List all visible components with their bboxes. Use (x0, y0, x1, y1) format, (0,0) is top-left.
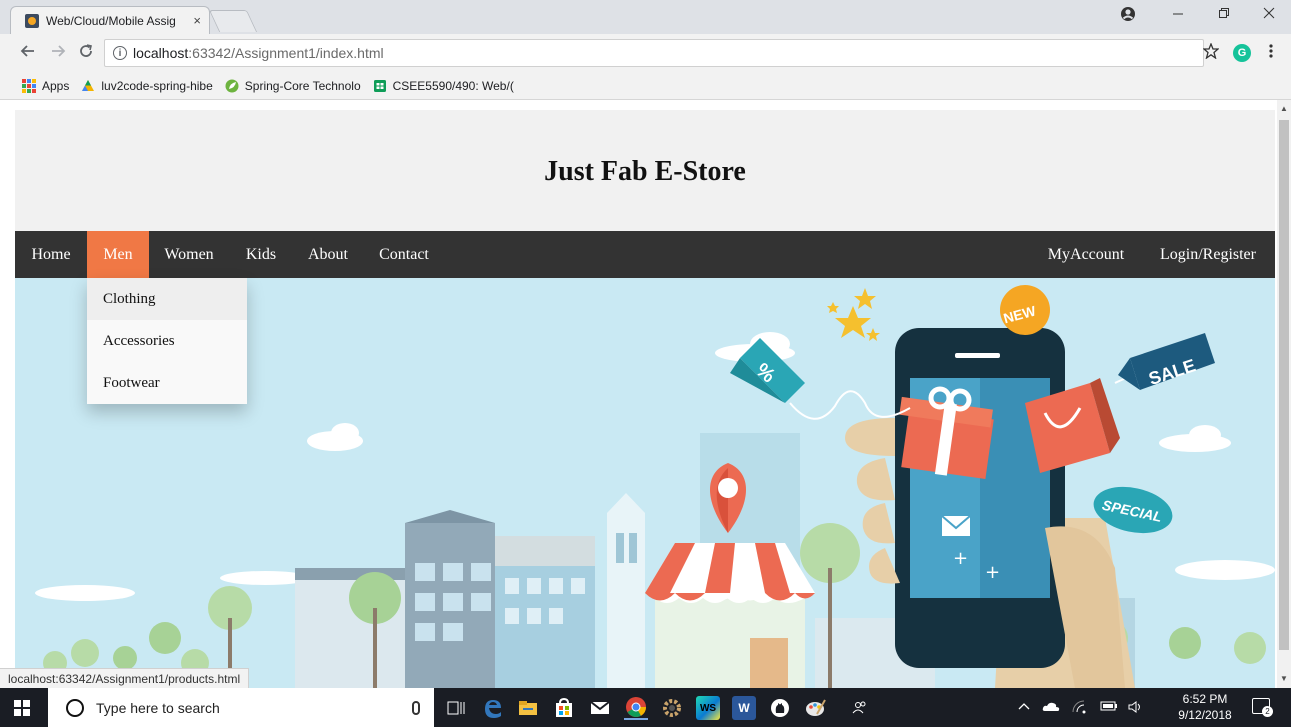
clock-time: 6:52 PM (1182, 692, 1228, 706)
action-center-icon[interactable]: 2 (1252, 698, 1273, 717)
link-status-bar: localhost:63342/Assignment1/products.htm… (0, 668, 250, 688)
taskbar-search-box[interactable]: Type here to search (48, 688, 434, 727)
microphone-icon[interactable] (412, 700, 420, 715)
dropdown-item-footwear[interactable]: Footwear (87, 362, 247, 404)
star-icon (835, 306, 871, 338)
bookmark-luv2code[interactable]: luv2code-spring-hibe (81, 78, 213, 93)
nav-contact[interactable]: Contact (363, 231, 445, 278)
scroll-up-arrow-icon[interactable]: ▲ (1280, 104, 1288, 113)
paint-icon[interactable] (804, 696, 828, 720)
nav-kids[interactable]: Kids (229, 231, 293, 278)
edge-browser-icon[interactable] (480, 696, 504, 720)
apps-grid-icon (22, 78, 36, 93)
bookmark-spring-core[interactable]: Spring-Core Technolo (225, 79, 361, 93)
nav-men[interactable]: Men (87, 231, 149, 278)
menu-dots-icon[interactable] (1268, 43, 1274, 64)
dropdown-item-clothing[interactable]: Clothing (87, 278, 247, 320)
webstorm-icon[interactable]: WS (696, 696, 720, 720)
page-viewport: Just Fab E-Store Home Men Women Kids Abo… (15, 110, 1275, 688)
browser-tab-strip: Web/Cloud/Mobile Assig × (0, 0, 1291, 34)
show-hidden-icons-chevron-icon[interactable] (1018, 700, 1030, 715)
scroll-down-arrow-icon[interactable]: ▼ (1280, 674, 1288, 683)
bookmarks-bar: Apps luv2code-spring-hibe Spring-Core Te… (0, 72, 1291, 100)
bookmark-csee5590[interactable]: CSEE5590/490: Web/( (373, 79, 514, 93)
volume-icon[interactable] (1128, 700, 1144, 717)
bookmark-label: Apps (42, 78, 70, 93)
wifi-icon[interactable] (1072, 700, 1088, 717)
back-arrow-icon[interactable] (20, 43, 36, 64)
settings-gear-icon[interactable] (660, 696, 684, 720)
forward-arrow-icon[interactable] (50, 43, 66, 64)
windows-taskbar: Type here to search WS W 6:52 PM 9/12/20… (0, 688, 1291, 727)
luv2code-icon (82, 79, 95, 91)
minimize-icon[interactable] (1163, 6, 1193, 23)
mail-icon[interactable] (588, 696, 612, 720)
browser-toolbar: i localhost:63342/Assignment1/index.html (0, 34, 1291, 72)
nav-women[interactable]: Women (149, 231, 229, 278)
page-scrollbar[interactable]: ▲ ▼ (1277, 100, 1291, 688)
people-icon[interactable] (852, 700, 868, 719)
url-host: localhost (133, 45, 189, 61)
close-window-icon[interactable] (1254, 6, 1284, 23)
tab-close-icon[interactable]: × (193, 13, 201, 28)
site-title: Just Fab E-Store (544, 155, 746, 187)
star-icon (854, 288, 876, 309)
svg-text:+: + (985, 562, 1000, 583)
restore-icon[interactable] (1209, 6, 1239, 23)
file-explorer-icon[interactable] (516, 696, 540, 720)
men-dropdown-menu: Clothing Accessories Footwear (87, 278, 247, 404)
search-placeholder: Type here to search (96, 699, 220, 716)
profile-icon[interactable] (1113, 6, 1143, 26)
system-clock[interactable]: 6:52 PM 9/12/2018 (1170, 691, 1240, 723)
star-icon (827, 302, 839, 313)
sheets-icon (373, 79, 386, 92)
nav-home[interactable]: Home (15, 231, 87, 278)
url-path: :63342/Assignment1/index.html (188, 45, 384, 61)
tab-favicon-icon (25, 13, 39, 28)
browser-tab[interactable]: Web/Cloud/Mobile Assig × (10, 6, 210, 34)
dropdown-item-accessories[interactable]: Accessories (87, 320, 247, 362)
grammarly-extension-icon[interactable]: G (1233, 44, 1251, 62)
github-icon[interactable] (768, 696, 792, 720)
word-icon[interactable]: W (732, 696, 756, 720)
onedrive-cloud-icon[interactable] (1042, 700, 1060, 715)
main-navigation: Home Men Women Kids About Contact MyAcco… (15, 231, 1275, 278)
chrome-icon[interactable] (624, 696, 648, 720)
store-icon[interactable] (552, 696, 576, 720)
tab-title: Web/Cloud/Mobile Assig (46, 13, 176, 28)
site-header: Just Fab E-Store (15, 110, 1275, 231)
reload-icon[interactable] (78, 43, 94, 64)
clock-date: 9/12/2018 (1178, 708, 1232, 722)
site-info-icon[interactable]: i (113, 46, 127, 60)
spring-leaf-icon (225, 79, 239, 92)
bookmark-label: CSEE5590/490: Web/( (392, 78, 514, 93)
cortana-icon (66, 698, 84, 717)
star-icon (866, 328, 880, 341)
bookmark-apps[interactable]: Apps (22, 78, 70, 93)
nav-login-register[interactable]: Login/Register (1141, 231, 1275, 278)
windows-start-icon[interactable] (14, 700, 30, 716)
bookmark-label: luv2code-spring-hibe (101, 78, 213, 93)
battery-icon[interactable] (1100, 700, 1118, 715)
bookmark-star-icon[interactable] (1202, 42, 1220, 64)
nav-about[interactable]: About (293, 231, 363, 278)
nav-my-account[interactable]: MyAccount (1031, 231, 1141, 278)
scrollbar-thumb[interactable] (1279, 120, 1289, 650)
new-tab-button[interactable] (208, 10, 258, 32)
address-bar[interactable]: i localhost:63342/Assignment1/index.html (104, 39, 1204, 67)
notification-count: 2 (1262, 706, 1273, 717)
svg-text:+: + (953, 548, 968, 569)
task-view-icon[interactable] (444, 696, 468, 720)
bookmark-label: Spring-Core Technolo (244, 78, 361, 93)
